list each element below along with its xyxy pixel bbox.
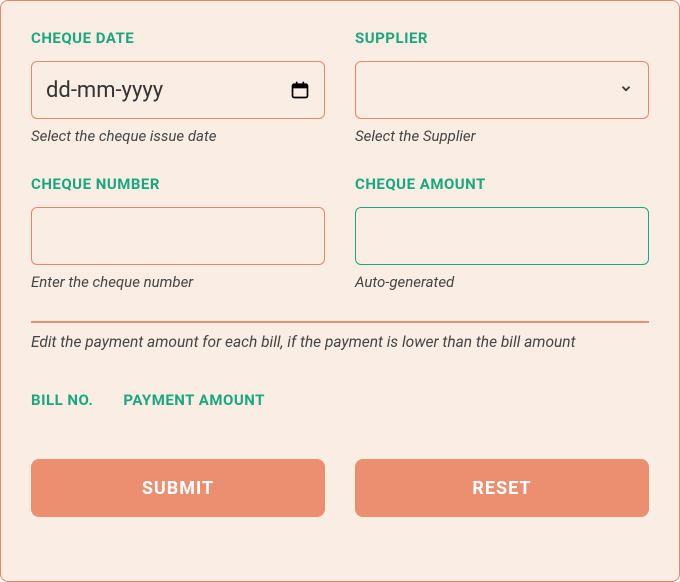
supplier-hint: Select the Supplier	[355, 127, 649, 145]
supplier-select-wrapper	[355, 61, 649, 119]
form-row-1: CHEQUE DATE dd-mm-yyyy Select the cheque…	[31, 29, 649, 145]
supplier-group: SUPPLIER Select the Supplier	[355, 29, 649, 145]
cheque-number-label: CHEQUE NUMBER	[31, 175, 325, 193]
calendar-icon	[290, 80, 310, 100]
cheque-date-group: CHEQUE DATE dd-mm-yyyy Select the cheque…	[31, 29, 325, 145]
button-row: SUBMIT RESET	[31, 459, 649, 517]
cheque-amount-hint: Auto-generated	[355, 273, 649, 291]
supplier-select[interactable]	[355, 61, 649, 119]
cheque-date-label: CHEQUE DATE	[31, 29, 325, 47]
form-row-2: CHEQUE NUMBER Enter the cheque number CH…	[31, 175, 649, 291]
cheque-date-input[interactable]: dd-mm-yyyy	[31, 61, 325, 119]
cheque-date-hint: Select the cheque issue date	[31, 127, 325, 145]
submit-button[interactable]: SUBMIT	[31, 459, 325, 517]
supplier-label: SUPPLIER	[355, 29, 649, 47]
cheque-number-hint: Enter the cheque number	[31, 273, 325, 291]
cheque-date-placeholder: dd-mm-yyyy	[46, 78, 163, 103]
bill-table-headers: BILL NO. PAYMENT AMOUNT	[31, 391, 649, 409]
cheque-amount-group: CHEQUE AMOUNT Auto-generated	[355, 175, 649, 291]
reset-button[interactable]: RESET	[355, 459, 649, 517]
cheque-number-group: CHEQUE NUMBER Enter the cheque number	[31, 175, 325, 291]
cheque-number-input[interactable]	[31, 207, 325, 265]
section-divider	[31, 321, 649, 323]
payment-form-container: CHEQUE DATE dd-mm-yyyy Select the cheque…	[0, 0, 680, 582]
cheque-amount-label: CHEQUE AMOUNT	[355, 175, 649, 193]
bill-no-header: BILL NO.	[31, 391, 93, 409]
instruction-text: Edit the payment amount for each bill, i…	[31, 333, 649, 351]
payment-amount-header: PAYMENT AMOUNT	[123, 391, 265, 409]
cheque-amount-input[interactable]	[355, 207, 649, 265]
cheque-date-input-wrapper: dd-mm-yyyy	[31, 61, 325, 119]
